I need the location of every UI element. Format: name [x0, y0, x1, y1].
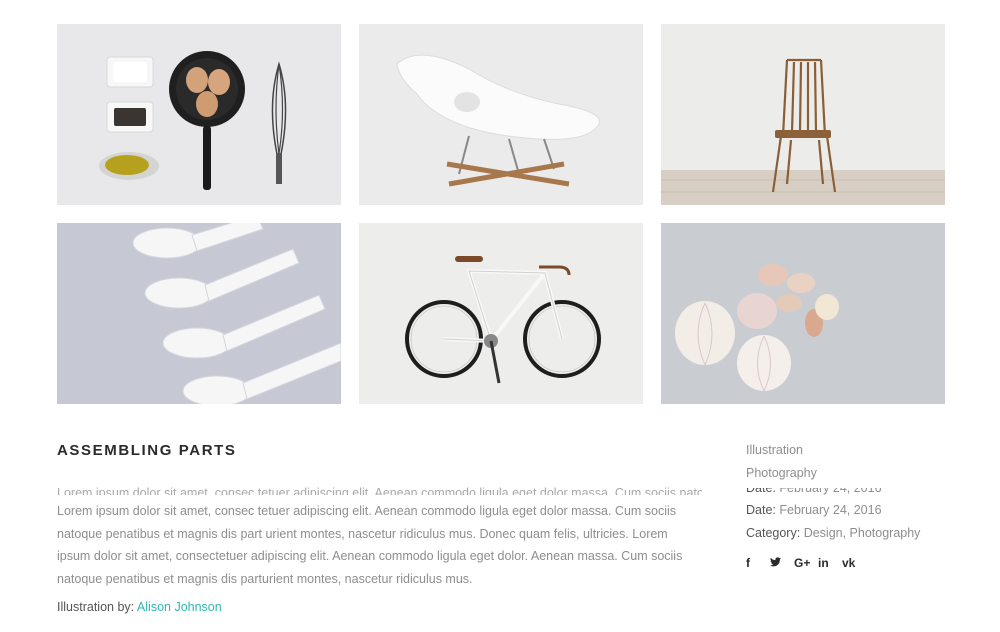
- meta-category-links[interactable]: Design, Photography: [804, 526, 921, 540]
- gallery-image-wooden-chair[interactable]: [661, 24, 945, 205]
- meta-category: Category: Design, Photography: [746, 525, 966, 548]
- social-share-icons: f G+ in vk: [746, 556, 866, 570]
- gallery-image-white-lounge-chair[interactable]: [359, 24, 643, 205]
- meta-date-value: February 24, 2016: [779, 503, 882, 517]
- linkedin-icon[interactable]: in: [818, 556, 842, 570]
- gallery-image-garlic-cloves[interactable]: [661, 223, 945, 404]
- meta-date-clipped: Date: February 24, 2016: [746, 488, 882, 495]
- gallery-image-kitchen-items[interactable]: [57, 24, 341, 205]
- googleplus-icon[interactable]: G+: [794, 556, 818, 570]
- twitter-icon[interactable]: [770, 556, 794, 570]
- meta-tag-illustration: Illustration: [746, 443, 803, 457]
- meta-date-label: Date:: [746, 503, 776, 517]
- gallery-image-white-spoons[interactable]: [57, 223, 341, 404]
- illustration-credit: Illustration by: Alison Johnson: [57, 600, 222, 614]
- project-gallery: [57, 24, 945, 404]
- meta-tag-photography: Photography: [746, 466, 817, 480]
- gallery-image-white-bicycle[interactable]: [359, 223, 643, 404]
- project-description: Lorem ipsum dolor sit amet, consec tetue…: [57, 504, 683, 586]
- credit-label: Illustration by:: [57, 600, 135, 614]
- credit-author-link[interactable]: Alison Johnson: [137, 600, 222, 614]
- meta-date: Date: February 24, 2016: [746, 502, 966, 525]
- project-title: ASSEMBLING PARTS: [57, 442, 237, 459]
- facebook-icon[interactable]: f: [746, 556, 770, 570]
- project-description-clipped-line: Lorem ipsum dolor sit amet, consec tetue…: [57, 486, 702, 495]
- project-meta: Illustration Photography Date: February …: [746, 442, 966, 548]
- vk-icon[interactable]: vk: [842, 556, 866, 570]
- meta-category-label: Category:: [746, 526, 801, 540]
